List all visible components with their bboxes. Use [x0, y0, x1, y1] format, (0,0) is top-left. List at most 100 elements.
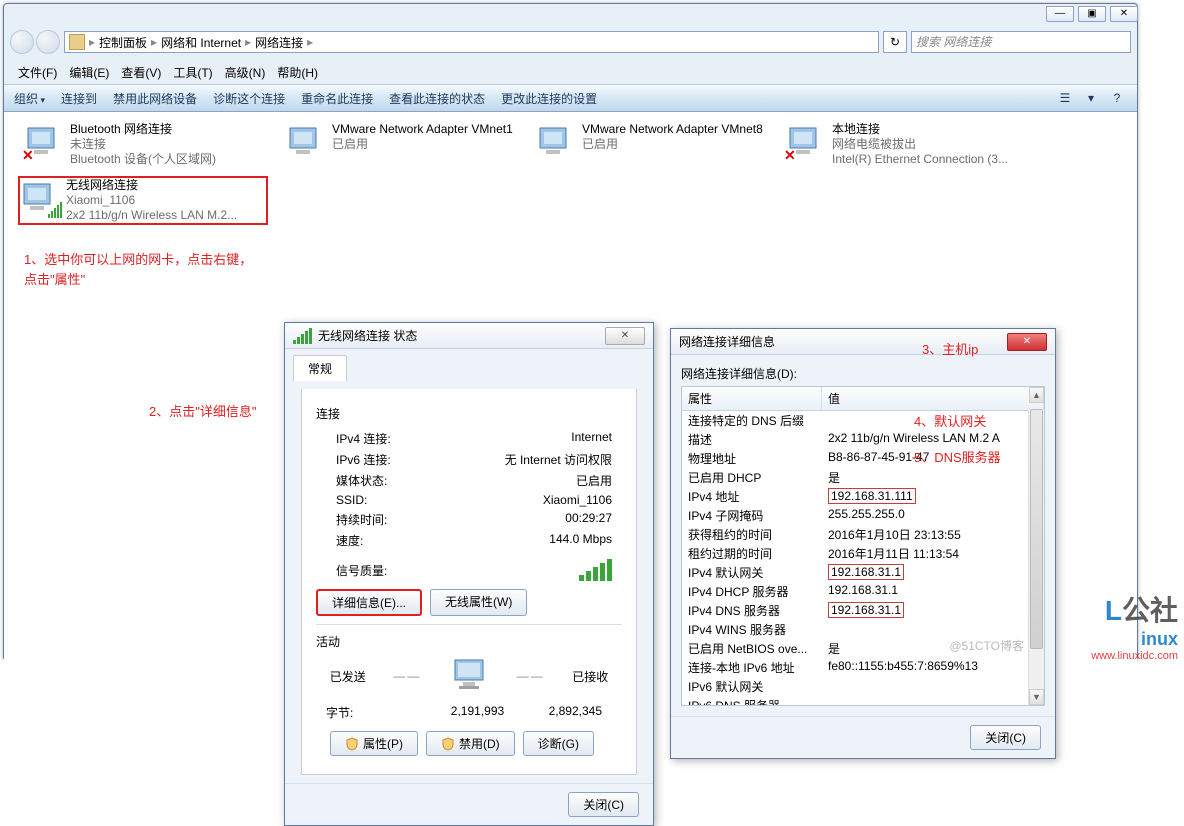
- connection-bluetooth[interactable]: ✕ Bluetooth 网络连接 未连接 Bluetooth 设备(个人区域网): [22, 120, 262, 169]
- connection-status: 未连接: [70, 137, 216, 152]
- network-adapter-icon: ✕: [24, 122, 64, 162]
- connection-vmnet1[interactable]: VMware Network Adapter VMnet1 已启用: [284, 120, 524, 164]
- value-duration: 00:29:27: [446, 511, 622, 528]
- breadcrumb-item[interactable]: 网络连接: [255, 34, 303, 51]
- breadcrumb[interactable]: ▸ 控制面板 ▸ 网络和 Internet ▸ 网络连接 ▸: [64, 31, 879, 53]
- connection-wireless-selected[interactable]: 无线网络连接 Xiaomi_1106 2x2 11b/g/n Wireless …: [18, 176, 268, 225]
- breadcrumb-item[interactable]: 网络和 Internet: [161, 34, 241, 51]
- table-row[interactable]: IPv4 默认网关192.168.31.1: [682, 563, 1044, 582]
- menubar: 文件(F) 编辑(E) 查看(V) 工具(T) 高级(N) 帮助(H): [10, 62, 1131, 82]
- details-label: 网络连接详细信息(D):: [681, 365, 1045, 382]
- close-button[interactable]: 关闭(C): [568, 792, 639, 817]
- tab-general[interactable]: 常规: [293, 355, 347, 381]
- connection-name: 本地连接: [832, 122, 1008, 137]
- toolbar: 组织 连接到 禁用此网络设备 诊断这个连接 重命名此连接 查看此连接的状态 更改…: [4, 84, 1137, 112]
- computer-icon: [449, 658, 489, 694]
- close-button[interactable]: 关闭(C): [970, 725, 1041, 750]
- label-duration: 持续时间:: [336, 511, 446, 528]
- search-input[interactable]: 搜索 网络连接: [911, 31, 1131, 53]
- connection-status: 网络电缆被拔出: [832, 137, 1008, 152]
- connection-name: Bluetooth 网络连接: [70, 122, 216, 137]
- connection-local[interactable]: ✕ 本地连接 网络电缆被拔出 Intel(R) Ethernet Connect…: [784, 120, 1024, 169]
- sent-bytes: 2,191,993: [436, 704, 519, 721]
- annotation-5: 5、DNS服务器: [914, 448, 1001, 468]
- value-media: 已启用: [446, 472, 622, 489]
- connect-to-button[interactable]: 连接到: [61, 90, 97, 107]
- col-value[interactable]: 值: [822, 387, 1044, 410]
- details-table: 属性 值 连接特定的 DNS 后缀描述2x2 11b/g/n Wireless …: [681, 386, 1045, 706]
- dialog-title: 网络连接详细信息 ✕: [671, 329, 1055, 355]
- refresh-button[interactable]: ↻: [883, 31, 907, 53]
- label-ssid: SSID:: [336, 493, 446, 507]
- table-row[interactable]: 获得租约的时间2016年1月10日 23:13:55: [682, 525, 1044, 544]
- value-speed: 144.0 Mbps: [446, 532, 622, 549]
- recv-label: 已接收: [572, 668, 608, 685]
- organize-button[interactable]: 组织: [14, 90, 45, 107]
- scroll-thumb[interactable]: [1030, 409, 1043, 649]
- connection-name: VMware Network Adapter VMnet8: [582, 122, 763, 137]
- connection-desc: 已启用: [582, 137, 763, 152]
- disconnected-x-icon: ✕: [22, 147, 34, 164]
- forward-button[interactable]: [36, 30, 60, 54]
- table-row[interactable]: 已启用 DHCP是: [682, 468, 1044, 487]
- disable-button[interactable]: 禁用(D): [426, 731, 515, 756]
- table-row[interactable]: IPv4 DNS 服务器192.168.31.1: [682, 601, 1044, 620]
- wireless-properties-button[interactable]: 无线属性(W): [430, 589, 527, 616]
- signal-bars-icon: [48, 202, 62, 218]
- table-row[interactable]: 描述2x2 11b/g/n Wireless LAN M.2 A: [682, 430, 1044, 449]
- view-status-button[interactable]: 查看此连接的状态: [389, 90, 485, 107]
- value-ipv6-conn: 无 Internet 访问权限: [446, 451, 622, 468]
- rename-button[interactable]: 重命名此连接: [301, 90, 373, 107]
- label-ipv6-conn: IPv6 连接:: [336, 451, 446, 468]
- disable-device-button[interactable]: 禁用此网络设备: [113, 90, 197, 107]
- watermark-cto: @51CTO博客: [949, 637, 1024, 654]
- view-icon[interactable]: ☰: [1055, 89, 1075, 107]
- connection-name: 无线网络连接: [66, 178, 237, 193]
- menu-help[interactable]: 帮助(H): [277, 64, 318, 81]
- scrollbar[interactable]: ▲ ▼: [1028, 409, 1044, 705]
- dialog-title: 无线网络连接 状态 ✕: [285, 323, 653, 349]
- close-icon[interactable]: ✕: [605, 327, 645, 345]
- table-row[interactable]: IPv4 地址192.168.31.111: [682, 487, 1044, 506]
- close-button[interactable]: ✕: [1110, 6, 1138, 22]
- table-row[interactable]: IPv6 DNS 服务器: [682, 696, 1044, 706]
- table-row[interactable]: IPv6 默认网关: [682, 677, 1044, 696]
- help-icon[interactable]: ?: [1107, 89, 1127, 107]
- wireless-status-dialog: 无线网络连接 状态 ✕ 常规 连接 IPv4 连接:Internet IPv6 …: [284, 322, 654, 826]
- table-row[interactable]: 租约过期的时间2016年1月11日 11:13:54: [682, 544, 1044, 563]
- network-details-dialog: 网络连接详细信息 ✕ 网络连接详细信息(D): 属性 值 连接特定的 DNS 后…: [670, 328, 1056, 759]
- label-signal-quality: 信号质量:: [336, 562, 387, 579]
- connection-status: Xiaomi_1106: [66, 193, 237, 208]
- menu-advanced[interactable]: 高级(N): [225, 64, 266, 81]
- menu-file[interactable]: 文件(F): [18, 64, 57, 81]
- connection-vmnet8[interactable]: VMware Network Adapter VMnet8 已启用: [534, 120, 774, 164]
- scroll-down-arrow[interactable]: ▼: [1029, 689, 1044, 705]
- minimize-button[interactable]: —: [1046, 6, 1074, 22]
- annotation-3: 3、主机ip: [922, 340, 978, 360]
- bytes-label: 字节:: [326, 704, 436, 721]
- connection-desc: 2x2 11b/g/n Wireless LAN M.2...: [66, 208, 237, 223]
- menu-edit[interactable]: 编辑(E): [69, 64, 109, 81]
- network-adapter-icon: ✕: [786, 122, 826, 162]
- scroll-up-arrow[interactable]: ▲: [1029, 387, 1044, 403]
- close-icon[interactable]: ✕: [1007, 333, 1047, 351]
- table-row[interactable]: 连接-本地 IPv6 地址fe80::1155:b455:7:8659%13: [682, 658, 1044, 677]
- details-button[interactable]: 详细信息(E)...: [316, 589, 422, 616]
- table-row[interactable]: IPv4 子网掩码255.255.255.0: [682, 506, 1044, 525]
- back-button[interactable]: [10, 30, 34, 54]
- menu-tools[interactable]: 工具(T): [173, 64, 212, 81]
- connection-desc: 已启用: [332, 137, 513, 152]
- properties-button[interactable]: 属性(P): [330, 731, 418, 756]
- diagnose-button[interactable]: 诊断(G): [523, 731, 594, 756]
- view-dropdown-icon[interactable]: ▾: [1081, 89, 1101, 107]
- change-settings-button[interactable]: 更改此连接的设置: [501, 90, 597, 107]
- col-property[interactable]: 属性: [682, 387, 822, 410]
- annotation-2: 2、点击"详细信息": [149, 402, 256, 422]
- diagnose-button[interactable]: 诊断这个连接: [213, 90, 285, 107]
- maximize-button[interactable]: ▣: [1078, 6, 1106, 22]
- menu-view[interactable]: 查看(V): [121, 64, 161, 81]
- signal-bars-icon: [579, 559, 612, 581]
- table-row[interactable]: 连接特定的 DNS 后缀: [682, 411, 1044, 430]
- breadcrumb-item[interactable]: 控制面板: [99, 34, 147, 51]
- table-row[interactable]: IPv4 DHCP 服务器192.168.31.1: [682, 582, 1044, 601]
